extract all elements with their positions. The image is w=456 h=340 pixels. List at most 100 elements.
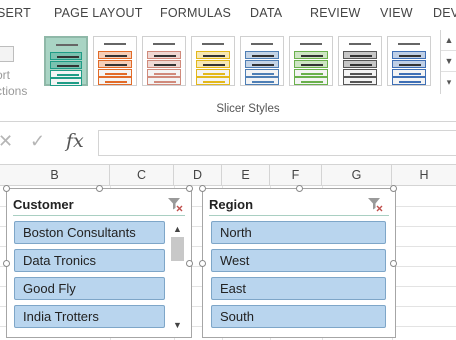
gallery-scroll-down-icon[interactable]: ▼: [441, 51, 456, 72]
scroll-down-icon[interactable]: ▼: [170, 319, 185, 331]
slicer-item[interactable]: India Trotters: [14, 305, 165, 328]
style-row-dash: [154, 64, 176, 66]
column-header-f[interactable]: F: [270, 165, 322, 185]
style-row-dash: [399, 64, 421, 66]
style-row: [343, 77, 377, 85]
slicer-region[interactable]: Region North West East South: [199, 185, 397, 338]
slicer-style-tile[interactable]: [338, 36, 382, 86]
gallery-more-icon[interactable]: ▾: [441, 72, 456, 93]
style-row: [98, 60, 132, 68]
slicer-item[interactable]: South: [211, 305, 386, 328]
resize-handle[interactable]: [390, 185, 397, 192]
resize-handle[interactable]: [3, 260, 10, 267]
slicer-customer[interactable]: Customer Boston Consultants Data Tronics…: [3, 185, 193, 338]
style-row: [294, 60, 328, 68]
style-row-dash: [350, 73, 372, 75]
check-icon[interactable]: ✓: [30, 131, 45, 152]
scroll-up-icon[interactable]: ▲: [170, 223, 185, 235]
ribbon: ort ctions ▲ ▼ ▾ Slicer Styles: [0, 26, 456, 122]
style-row: [392, 69, 426, 77]
style-row: [50, 78, 82, 86]
slicer-style-tile[interactable]: [387, 36, 431, 86]
slicer-style-tile[interactable]: [93, 36, 137, 86]
style-row-dash: [350, 81, 372, 83]
ribbon-tabs: SERT PAGE LAYOUT FORMULAS DATA REVIEW VI…: [0, 0, 456, 26]
style-header-dash: [300, 43, 322, 45]
style-row-dash: [252, 73, 274, 75]
style-row-dash: [203, 81, 225, 83]
slicer-styles-gallery: [40, 30, 440, 94]
slicer-item[interactable]: Good Fly: [14, 277, 165, 300]
sort-selections-button[interactable]: ort ctions: [0, 46, 36, 106]
formula-input[interactable]: [98, 130, 456, 156]
style-row-dash: [301, 64, 323, 66]
style-row-dash: [252, 55, 274, 57]
resize-handle[interactable]: [390, 260, 397, 267]
style-row: [196, 77, 230, 85]
style-row: [196, 60, 230, 68]
tab-insert[interactable]: SERT: [0, 6, 31, 20]
column-headers: B C D E F G H: [0, 164, 456, 186]
tab-review[interactable]: REVIEW: [310, 6, 361, 20]
slicer-scrollbar[interactable]: ▲ ▼: [170, 223, 185, 331]
style-row: [147, 77, 181, 85]
style-row: [294, 51, 328, 59]
style-header-dash: [202, 43, 224, 45]
clear-filter-icon[interactable]: [367, 196, 383, 212]
column-header-g[interactable]: G: [322, 165, 392, 185]
style-row-dash: [350, 55, 372, 57]
clear-filter-icon[interactable]: [167, 196, 183, 212]
slicer-style-tile[interactable]: [191, 36, 235, 86]
resize-handle[interactable]: [186, 185, 193, 192]
slicer-style-tile[interactable]: [289, 36, 333, 86]
style-row: [147, 69, 181, 77]
slicer-separator: [13, 215, 185, 216]
slicer-style-tile[interactable]: [240, 36, 284, 86]
resize-handle[interactable]: [96, 185, 103, 192]
column-header-e[interactable]: E: [222, 165, 270, 185]
style-row-dash: [57, 65, 79, 67]
resize-handle[interactable]: [199, 185, 206, 192]
style-row: [50, 61, 82, 69]
tab-developer[interactable]: DEV: [433, 6, 456, 20]
style-row-dash: [105, 73, 127, 75]
style-header-dash: [349, 43, 371, 45]
slicer-item[interactable]: North: [211, 221, 386, 244]
slicer-style-tile[interactable]: [142, 36, 186, 86]
fx-icon[interactable]: fx: [66, 130, 84, 152]
column-header-h[interactable]: H: [392, 165, 456, 185]
gallery-scroll: ▲ ▼ ▾: [440, 30, 456, 94]
style-row: [343, 69, 377, 77]
resize-handle[interactable]: [186, 260, 193, 267]
style-row: [196, 51, 230, 59]
slicer-item[interactable]: East: [211, 277, 386, 300]
slicer-title: Region: [209, 197, 254, 212]
slicer-item[interactable]: West: [211, 249, 386, 272]
style-row: [343, 51, 377, 59]
style-row: [392, 60, 426, 68]
gallery-scroll-up-icon[interactable]: ▲: [441, 30, 456, 51]
slicer-style-tile[interactable]: [44, 36, 88, 86]
column-header-d[interactable]: D: [174, 165, 222, 185]
close-icon[interactable]: ✕: [0, 131, 13, 152]
style-row-dash: [57, 82, 79, 84]
slicer-item[interactable]: Data Tronics: [14, 249, 165, 272]
tab-page-layout[interactable]: PAGE LAYOUT: [54, 6, 143, 20]
group-label-slicer-styles: Slicer Styles: [216, 103, 280, 115]
resize-handle[interactable]: [296, 185, 303, 192]
style-header-dash: [251, 43, 273, 45]
tab-view[interactable]: VIEW: [380, 6, 413, 20]
column-header-b[interactable]: B: [0, 165, 110, 185]
resize-handle[interactable]: [3, 185, 10, 192]
column-header-c[interactable]: C: [110, 165, 174, 185]
style-row: [245, 51, 279, 59]
style-row-dash: [350, 64, 372, 66]
scrollbar-thumb[interactable]: [171, 237, 184, 261]
slicer-item[interactable]: Boston Consultants: [14, 221, 165, 244]
formula-bar-buttons: ✕ ✓ fx: [0, 130, 96, 154]
style-row: [147, 51, 181, 59]
tab-data[interactable]: DATA: [250, 6, 282, 20]
tab-formulas[interactable]: FORMULAS: [160, 6, 231, 20]
style-header-dash: [104, 43, 126, 45]
resize-handle[interactable]: [199, 260, 206, 267]
